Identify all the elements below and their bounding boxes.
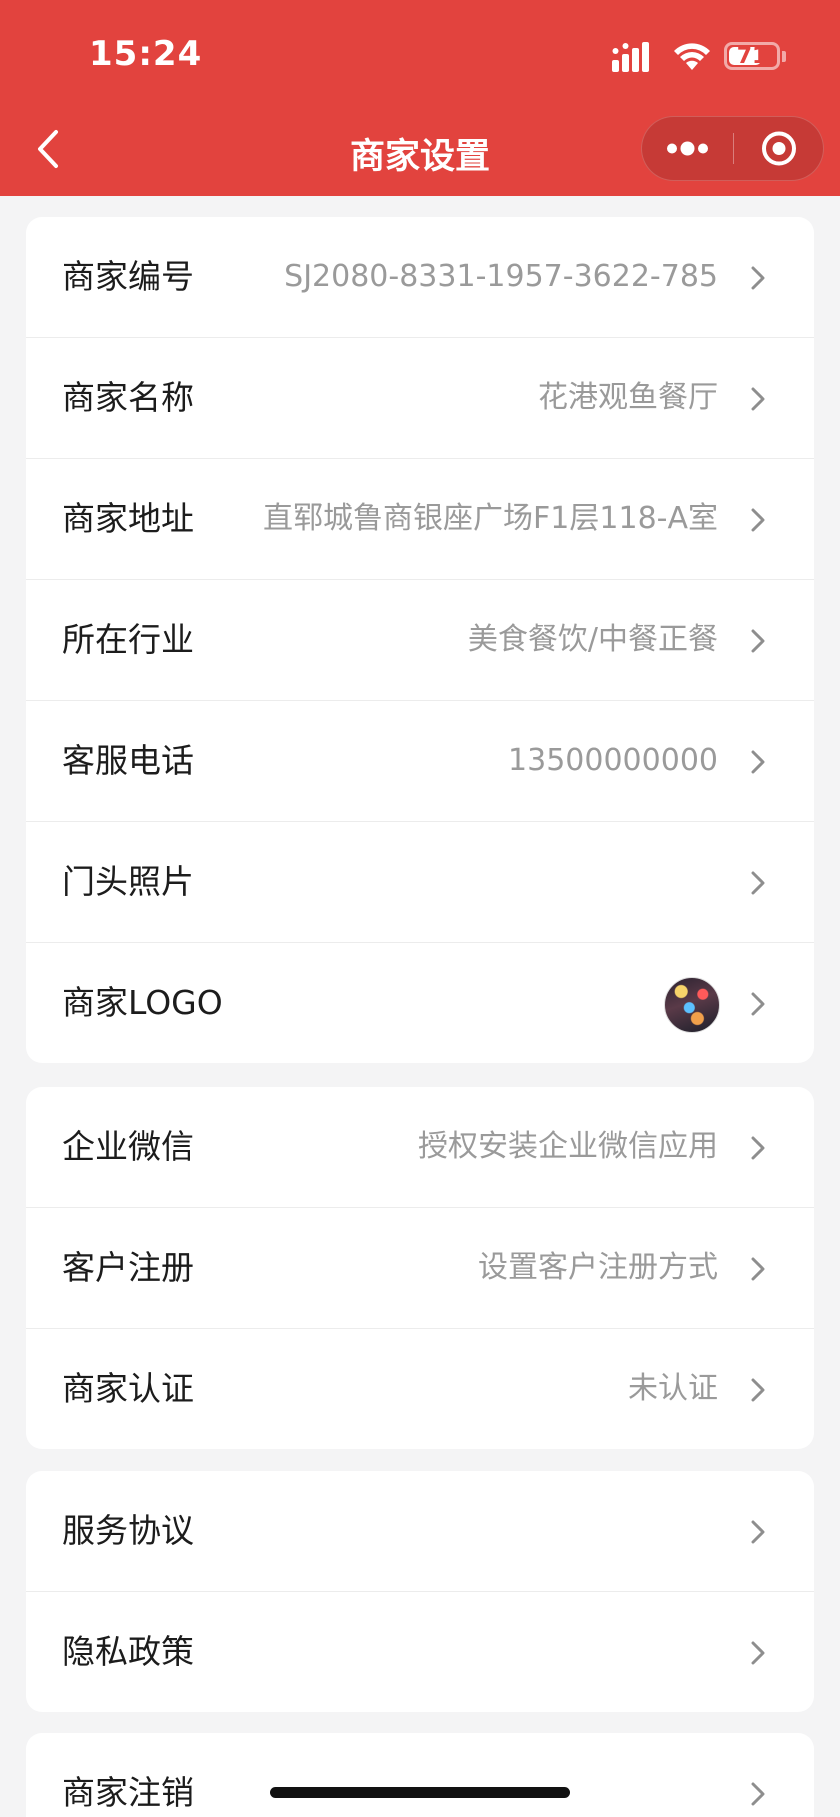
industry-row[interactable]: 所在行业 美食餐饮/中餐正餐 bbox=[26, 580, 814, 701]
customer-registration-row[interactable]: 客户注册 设置客户注册方式 bbox=[26, 1208, 814, 1329]
row-label: 商家注销 bbox=[62, 1773, 194, 1812]
signal-icon bbox=[612, 42, 649, 72]
logo-thumbnail bbox=[664, 977, 720, 1033]
merchant-address-row[interactable]: 商家地址 直郓城鲁商银座广场F1层118-A室 bbox=[26, 459, 814, 580]
chevron-right-icon bbox=[751, 1378, 765, 1402]
row-label: 商家编号 bbox=[62, 257, 194, 296]
chevron-right-icon bbox=[751, 871, 765, 895]
privacy-policy-row[interactable]: 隐私政策 bbox=[26, 1592, 814, 1712]
chevron-right-icon bbox=[751, 1520, 765, 1544]
legal-card: 服务协议 隐私政策 bbox=[26, 1471, 814, 1712]
service-phone-row[interactable]: 客服电话 13500000000 bbox=[26, 701, 814, 822]
merchant-verification-row[interactable]: 商家认证 未认证 bbox=[26, 1329, 814, 1449]
chevron-right-icon bbox=[751, 629, 765, 653]
home-indicator bbox=[270, 1787, 570, 1798]
account-card: 商家注销 bbox=[26, 1733, 814, 1817]
chevron-right-icon bbox=[751, 266, 765, 290]
row-value: 13500000000 bbox=[508, 743, 718, 778]
merchant-id-row[interactable]: 商家编号 SJ2080-8331-1957-3622-785 bbox=[26, 217, 814, 338]
row-label: 所在行业 bbox=[62, 620, 194, 659]
storefront-photo-row[interactable]: 门头照片 bbox=[26, 822, 814, 943]
merchant-deregistration-row[interactable]: 商家注销 bbox=[26, 1733, 814, 1817]
row-label: 商家名称 bbox=[62, 378, 194, 417]
battery-nub bbox=[782, 51, 786, 62]
row-label: 客户注册 bbox=[62, 1248, 194, 1287]
chevron-right-icon bbox=[751, 1641, 765, 1665]
row-label: 商家LOGO bbox=[62, 983, 223, 1022]
row-value: 美食餐饮/中餐正餐 bbox=[467, 622, 718, 657]
chevron-right-icon bbox=[751, 1257, 765, 1281]
merchant-info-card: 商家编号 SJ2080-8331-1957-3622-785 商家名称 花港观鱼… bbox=[26, 217, 814, 1063]
top-bar: 15:24 71 商家设置 bbox=[0, 0, 840, 196]
status-time: 15:24 bbox=[89, 34, 203, 74]
row-value: 直郓城鲁商银座广场F1层118-A室 bbox=[263, 501, 718, 536]
merchant-name-row[interactable]: 商家名称 花港观鱼餐厅 bbox=[26, 338, 814, 459]
chevron-right-icon bbox=[751, 1136, 765, 1160]
row-label: 隐私政策 bbox=[62, 1632, 194, 1671]
chevron-right-icon bbox=[751, 1782, 765, 1806]
chevron-right-icon bbox=[751, 992, 765, 1016]
enterprise-settings-card: 企业微信 授权安装企业微信应用 客户注册 设置客户注册方式 商家认证 未认证 bbox=[26, 1087, 814, 1449]
row-label: 商家认证 bbox=[62, 1369, 194, 1408]
chevron-right-icon bbox=[751, 750, 765, 774]
target-circle-icon[interactable] bbox=[734, 117, 824, 180]
chevron-right-icon bbox=[751, 508, 765, 532]
row-value: 授权安装企业微信应用 bbox=[418, 1129, 718, 1164]
row-value: 花港观鱼餐厅 bbox=[538, 380, 718, 415]
merchant-logo-row[interactable]: 商家LOGO bbox=[26, 943, 814, 1063]
more-dots-icon[interactable] bbox=[642, 117, 733, 180]
row-label: 商家地址 bbox=[62, 499, 194, 538]
row-label: 企业微信 bbox=[62, 1127, 194, 1166]
battery-icon: 71 bbox=[724, 42, 780, 70]
mini-program-capsule bbox=[641, 116, 824, 181]
row-value: 设置客户注册方式 bbox=[478, 1250, 718, 1285]
row-value: 未认证 bbox=[628, 1371, 718, 1406]
wifi-icon bbox=[674, 43, 710, 70]
chevron-right-icon bbox=[751, 387, 765, 411]
row-label: 门头照片 bbox=[62, 862, 194, 901]
service-agreement-row[interactable]: 服务协议 bbox=[26, 1471, 814, 1592]
row-label: 服务协议 bbox=[62, 1511, 194, 1550]
battery-level-text: 71 bbox=[736, 44, 768, 69]
row-label: 客服电话 bbox=[62, 741, 194, 780]
row-value: SJ2080-8331-1957-3622-785 bbox=[284, 259, 718, 294]
wecom-row[interactable]: 企业微信 授权安装企业微信应用 bbox=[26, 1087, 814, 1208]
